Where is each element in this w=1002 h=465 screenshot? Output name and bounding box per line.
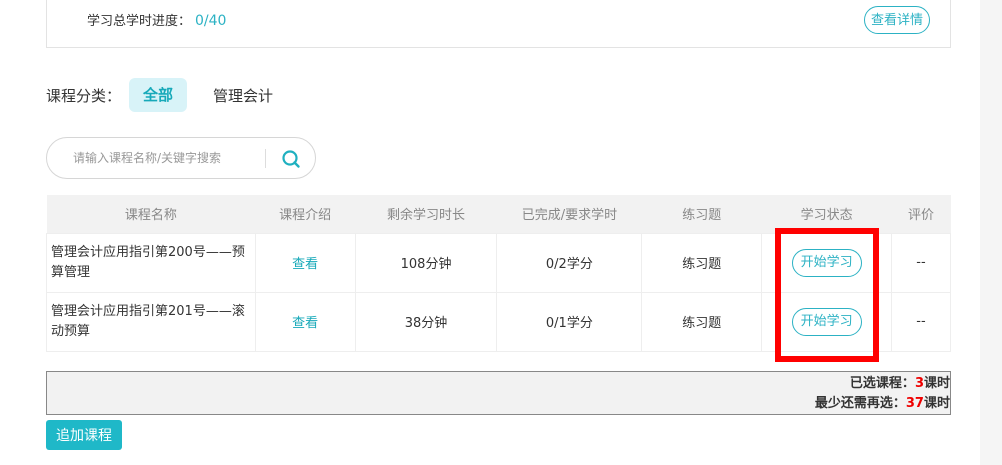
table-header: 课程名称 课程介绍 剩余学习时长 已完成/要求学时 练习题 学习状态 评价 bbox=[46, 195, 951, 233]
search-input[interactable] bbox=[73, 148, 258, 168]
unit: 课时 bbox=[923, 396, 950, 411]
header-completed: 已完成/要求学时 bbox=[496, 195, 642, 233]
view-details-button[interactable]: 查看详情 bbox=[863, 6, 930, 34]
header-status: 学习状态 bbox=[761, 195, 892, 233]
course-table: 课程名称 课程介绍 剩余学习时长 已完成/要求学时 练习题 学习状态 评价 管理… bbox=[46, 195, 951, 352]
header-course-name: 课程名称 bbox=[46, 195, 256, 233]
practice-link[interactable]: 练习题 bbox=[641, 291, 763, 352]
progress-text: 学习总学时进度： 0/40 bbox=[87, 10, 226, 29]
course-name: 管理会计应用指引第201号——滚动预算 bbox=[46, 291, 256, 352]
view-intro-link[interactable]: 查看 bbox=[292, 316, 318, 331]
unit: 课时 bbox=[923, 376, 950, 391]
header-remaining: 剩余学习时长 bbox=[355, 195, 497, 233]
main-content: 学习总学时进度：0/40 查看详情 课程分类： 全部 管理会计 课程名称 课程介… bbox=[0, 0, 980, 465]
rating: -- bbox=[891, 291, 951, 352]
rating: -- bbox=[891, 232, 951, 293]
category-filter: 课程分类： 全部 管理会计 bbox=[46, 78, 273, 112]
completed-credits: 0/2学分 bbox=[496, 232, 643, 293]
table-row: 管理会计应用指引第201号——滚动预算 查看 38分钟 0/1学分 练习题 开始… bbox=[46, 291, 951, 352]
need-summary: 最少还需再选：37课时 bbox=[47, 394, 950, 414]
selected-summary: 已选课程：3课时 bbox=[47, 374, 950, 394]
remaining-time: 108分钟 bbox=[354, 232, 498, 293]
need-value: 37 bbox=[905, 396, 924, 411]
header-intro: 课程介绍 bbox=[255, 195, 356, 233]
start-learning-button[interactable]: 开始学习 bbox=[791, 307, 862, 336]
course-name: 管理会计应用指引第200号——预算管理 bbox=[46, 232, 256, 293]
need-label: 最少还需再选： bbox=[814, 396, 906, 411]
summary-box: 已选课程：3课时 最少还需再选：37课时 bbox=[46, 371, 951, 415]
progress-value: 0/40 bbox=[195, 13, 227, 29]
view-intro-link[interactable]: 查看 bbox=[292, 257, 318, 272]
header-practice: 练习题 bbox=[641, 195, 762, 233]
progress-label: 学习总学时进度： bbox=[87, 14, 192, 29]
category-management-accounting[interactable]: 管理会计 bbox=[213, 85, 273, 106]
selected-value: 3 bbox=[914, 376, 924, 391]
selected-label: 已选课程： bbox=[849, 376, 915, 391]
completed-credits: 0/1学分 bbox=[496, 291, 643, 352]
header-rating: 评价 bbox=[891, 195, 951, 233]
category-label: 课程分类： bbox=[46, 86, 122, 105]
category-all[interactable]: 全部 bbox=[129, 78, 188, 112]
progress-panel: 学习总学时进度： 0/40 查看详情 bbox=[46, 0, 951, 48]
search-box bbox=[46, 137, 316, 179]
divider bbox=[265, 149, 266, 168]
practice-link[interactable]: 练习题 bbox=[641, 232, 763, 293]
start-learning-button[interactable]: 开始学习 bbox=[791, 248, 862, 277]
search-icon[interactable] bbox=[281, 149, 301, 169]
remaining-time: 38分钟 bbox=[354, 291, 498, 352]
table-row: 管理会计应用指引第200号——预算管理 查看 108分钟 0/2学分 练习题 开… bbox=[46, 232, 951, 293]
add-course-button[interactable]: 追加课程 bbox=[46, 420, 122, 450]
